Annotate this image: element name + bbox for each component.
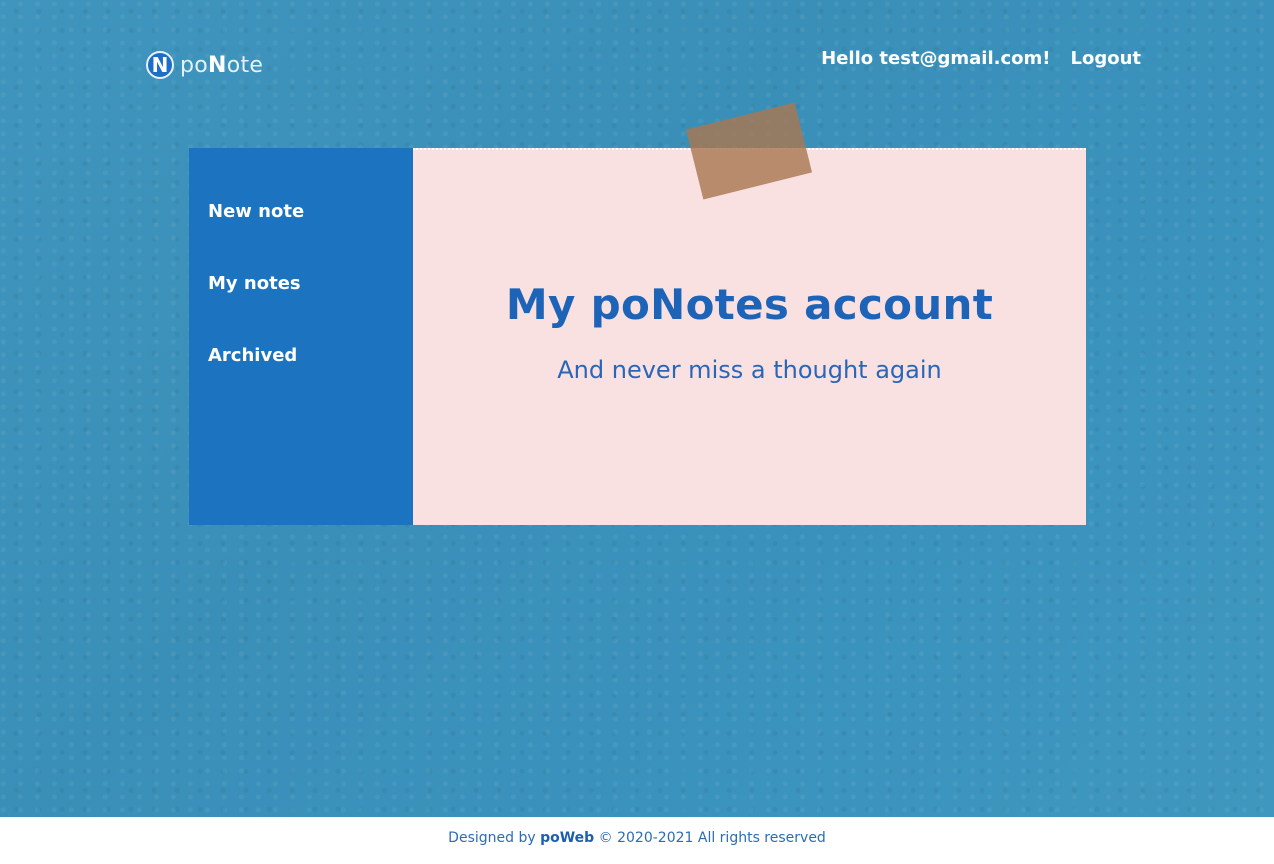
page-subtitle: And never miss a thought again — [557, 356, 942, 384]
page-title: My poNotes account — [505, 280, 994, 329]
logo-text: poNote — [180, 53, 263, 78]
logo-text-strong: N — [208, 52, 227, 78]
sidebar-item-archived[interactable]: Archived — [189, 344, 413, 416]
app-logo[interactable]: N poNote — [146, 50, 263, 80]
user-greeting: Hello test@gmail.com! — [821, 48, 1051, 69]
header-user-area: Hello test@gmail.com! Logout — [821, 48, 1141, 69]
logout-link[interactable]: Logout — [1070, 48, 1141, 69]
sidebar: New note My notes Archived — [189, 148, 413, 525]
logo-text-suffix: ote — [226, 52, 264, 78]
footer-prefix: Designed by — [448, 830, 536, 846]
sidebar-item-my-notes[interactable]: My notes — [189, 272, 413, 344]
notes-card: New note My notes Archived My poNotes ac… — [189, 102, 1086, 525]
footer-copyright: © 2020-2021 All rights reserved — [598, 830, 826, 846]
logo-n-icon: N — [146, 51, 174, 79]
sidebar-item-new-note[interactable]: New note — [189, 200, 413, 272]
logo-text-prefix: po — [180, 52, 209, 78]
note-paper: My poNotes account And never miss a thou… — [413, 102, 1086, 525]
footer: Designed by poWeb © 2020-2021 All rights… — [0, 817, 1274, 864]
footer-brand-link[interactable]: poWeb — [540, 830, 594, 846]
